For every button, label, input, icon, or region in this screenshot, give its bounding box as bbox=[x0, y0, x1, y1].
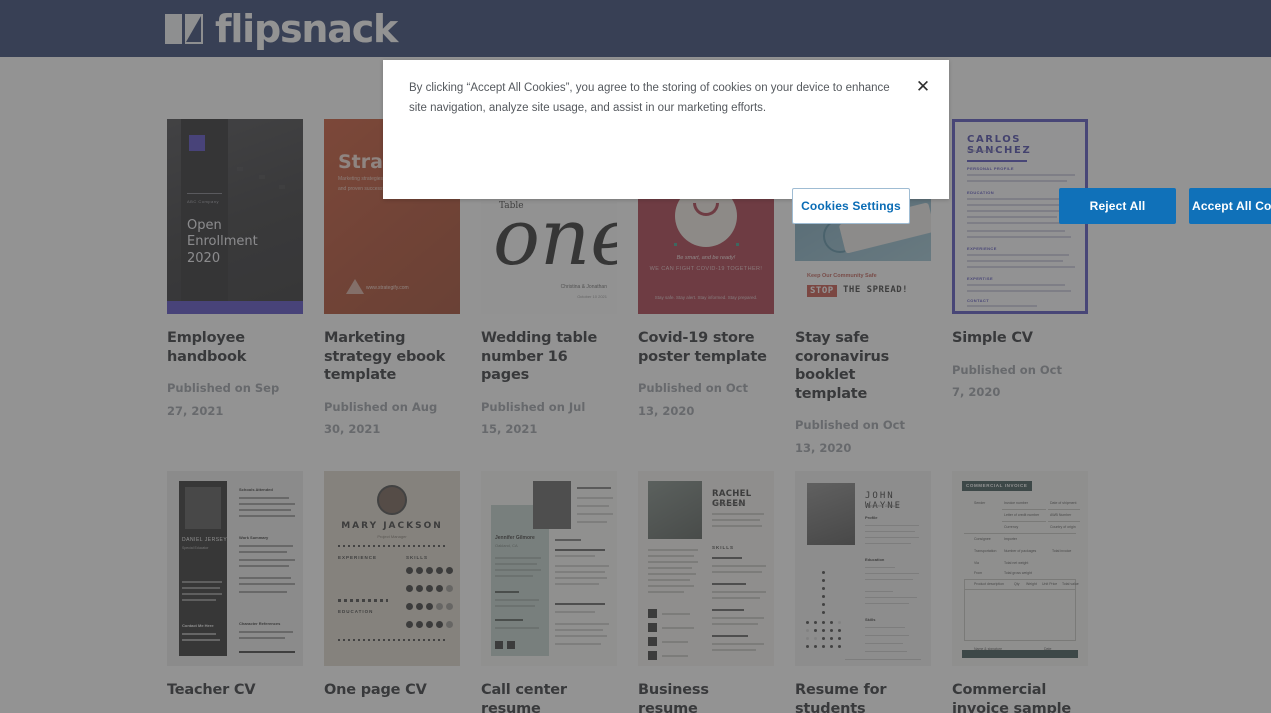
close-icon[interactable]: ✕ bbox=[913, 76, 933, 96]
cookie-consent-banner: By clicking “Accept All Cookies”, you ag… bbox=[383, 60, 1271, 224]
accept-all-cookies-button[interactable]: Accept All Cookies bbox=[1189, 188, 1271, 224]
reject-all-button[interactable]: Reject All bbox=[1059, 188, 1176, 224]
cookies-settings-button[interactable]: Cookies Settings bbox=[792, 188, 910, 224]
page-root: flipsnack ABC Company OpenEnrollment2020… bbox=[0, 0, 1271, 713]
cookie-message: By clicking “Accept All Cookies”, you ag… bbox=[409, 82, 890, 114]
